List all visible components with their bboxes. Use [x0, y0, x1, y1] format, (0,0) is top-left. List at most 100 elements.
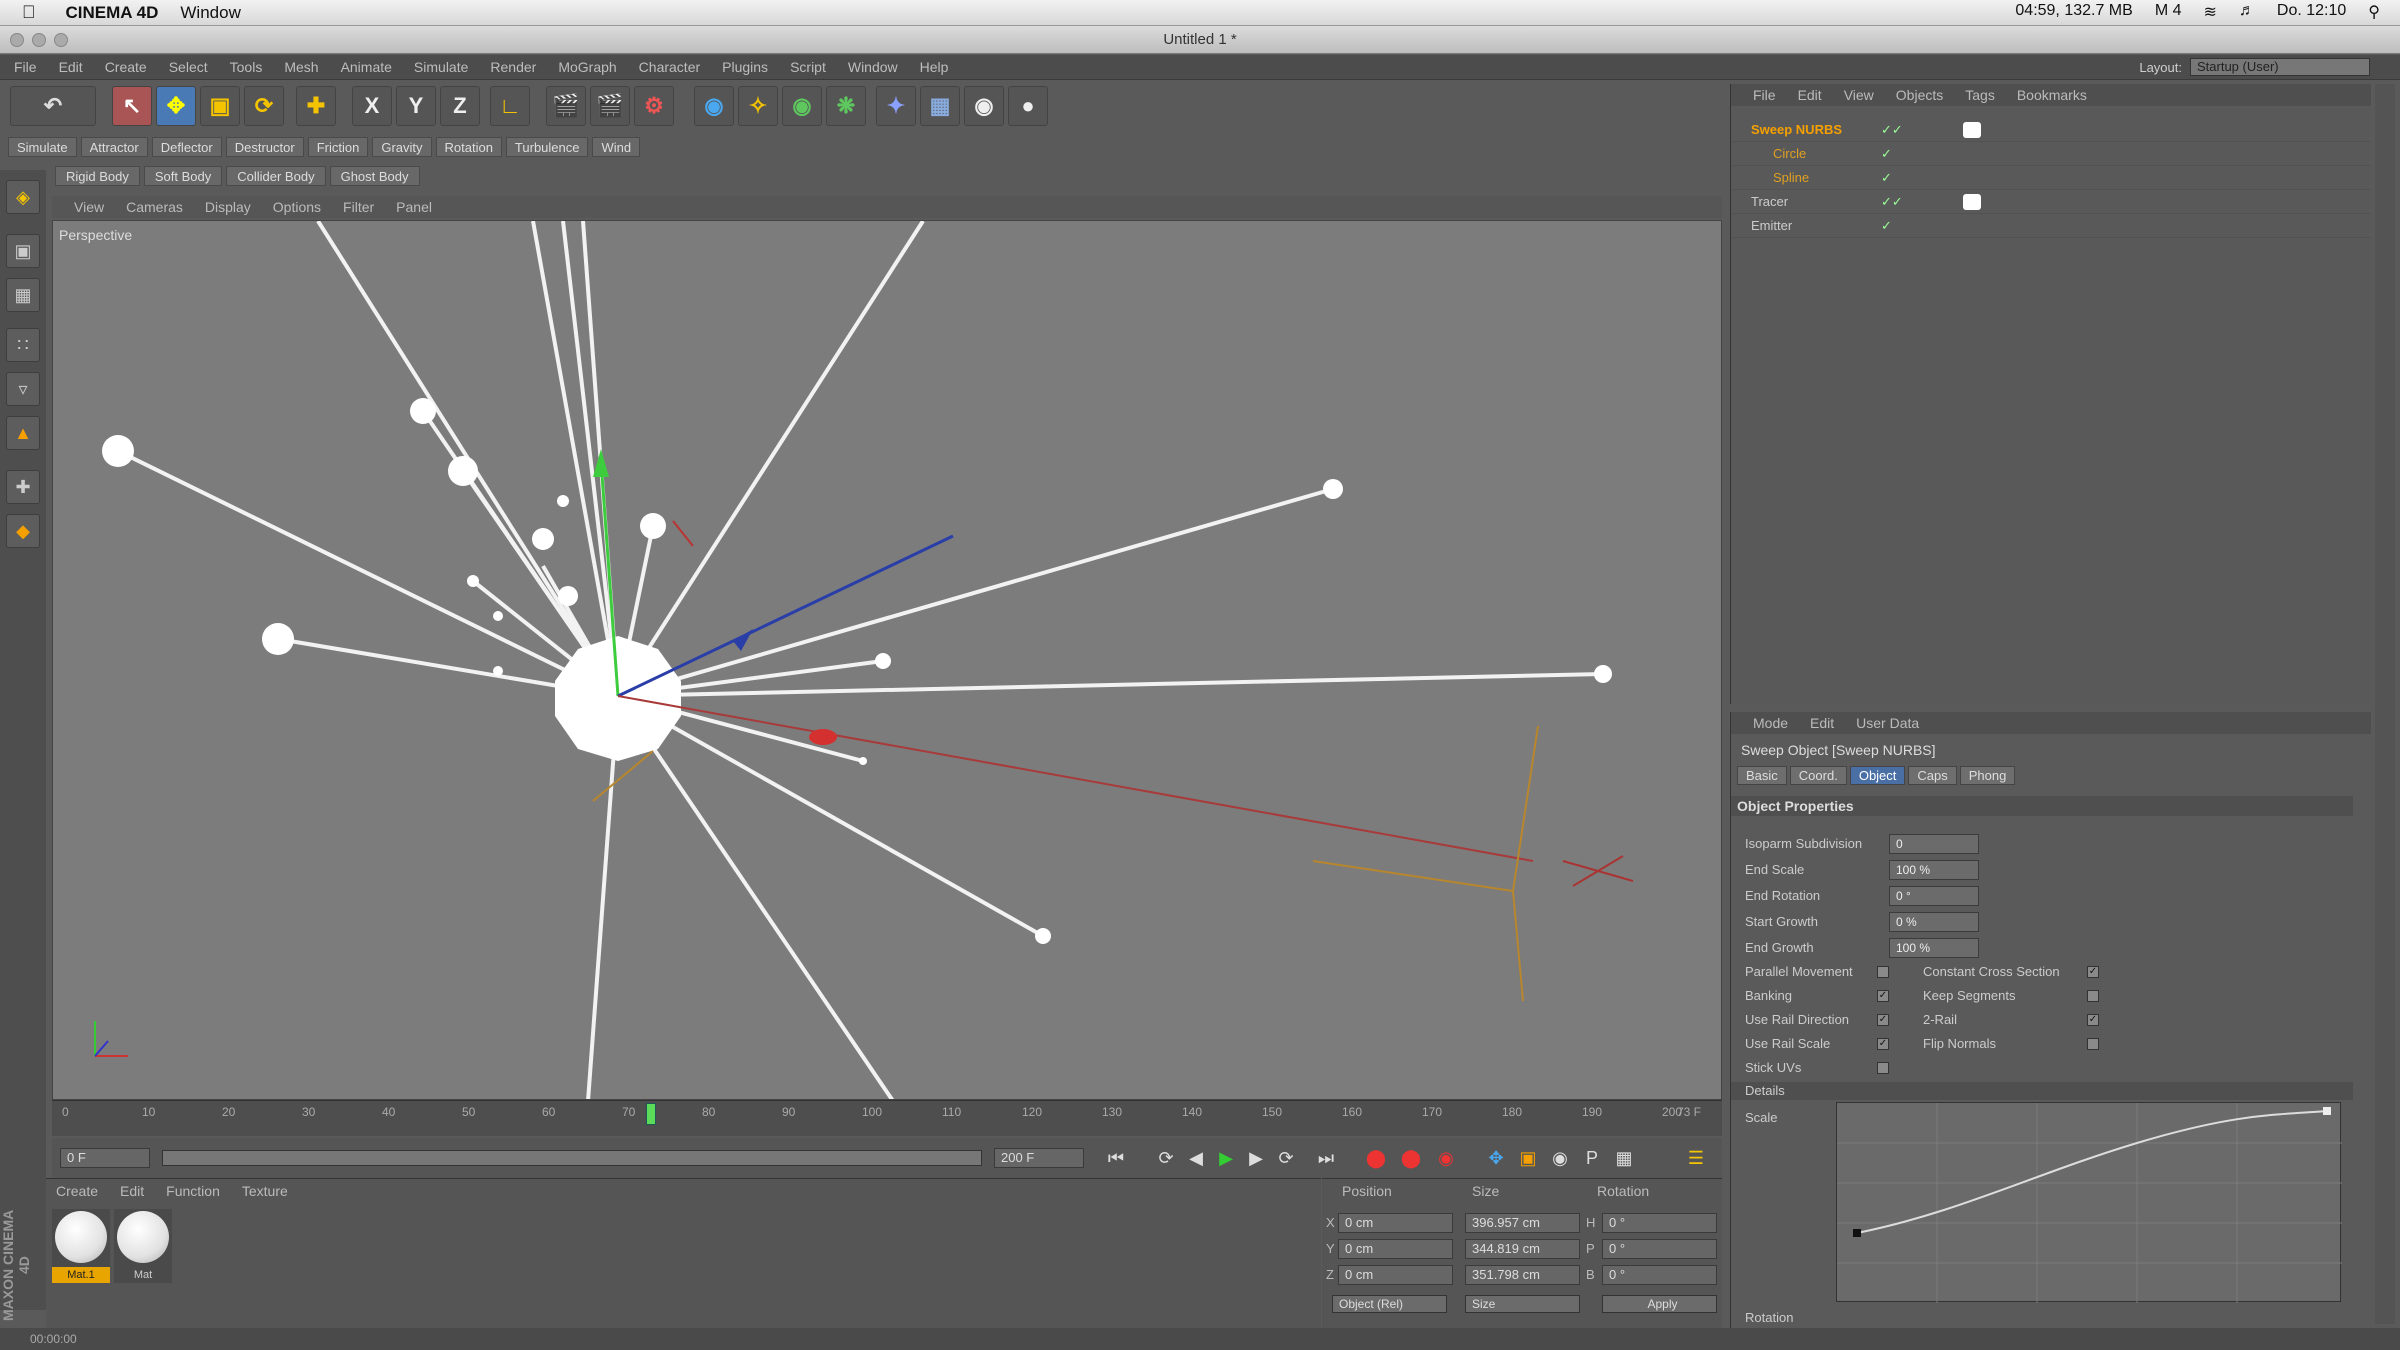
menu-script[interactable]: Script [790, 59, 826, 75]
use-rail-scale-checkbox[interactable]: ✓ [1877, 1038, 1889, 1050]
rotation-b-field[interactable]: 0 ° [1602, 1265, 1717, 1285]
viewport-menu-panel[interactable]: Panel [396, 199, 432, 215]
viewport-menu-view[interactable]: View [74, 199, 104, 215]
attractor-button[interactable]: Attractor [80, 137, 148, 157]
cloner-icon[interactable]: ❋ [826, 86, 866, 126]
pen-spline-icon[interactable]: ✧ [738, 86, 778, 126]
go-to-start-icon[interactable]: ⏮ [1102, 1144, 1130, 1172]
rotate-tool-icon[interactable]: ⟳ [244, 86, 284, 126]
clock[interactable]: Do. 12:10 [2277, 2, 2346, 22]
rotation-h-field[interactable]: 0 ° [1602, 1213, 1717, 1233]
position-track-icon[interactable]: ✥ [1482, 1144, 1510, 1172]
start-growth-field[interactable]: 0 % [1889, 912, 1979, 932]
timeline-ruler[interactable]: 0 10 20 30 40 50 60 70 80 90 100 110 120 130 140 150 160… [52, 1100, 1722, 1136]
material-menu-texture[interactable]: Texture [242, 1183, 288, 1199]
volume-icon[interactable]: ♬ [2239, 2, 2255, 22]
simulate-button[interactable]: Simulate [8, 137, 77, 157]
tab-basic[interactable]: Basic [1737, 766, 1787, 785]
object-row-emitter[interactable]: Emitter ✓ [1731, 214, 2371, 238]
size-x-field[interactable]: 396.957 cm [1465, 1213, 1580, 1233]
coordinate-system-icon[interactable]: ∟ [490, 86, 530, 126]
visibility-check-icon[interactable]: ✓ [1881, 214, 1892, 238]
points-mode-icon[interactable]: ∷ [6, 328, 40, 362]
position-y-field[interactable]: 0 cm [1338, 1239, 1453, 1259]
end-rotation-field[interactable]: 0 ° [1889, 886, 1979, 906]
end-scale-field[interactable]: 100 % [1889, 860, 1979, 880]
stick-uvs-checkbox[interactable] [1877, 1062, 1889, 1074]
play-icon[interactable]: ▶ [1212, 1144, 1240, 1172]
object-menu-view[interactable]: View [1844, 87, 1874, 103]
render-view-icon[interactable]: 🎬 [546, 86, 586, 126]
rotation-track-icon[interactable]: ◉ [1546, 1144, 1574, 1172]
layout-dropdown[interactable]: Startup (User) [2190, 58, 2370, 76]
menu-select[interactable]: Select [169, 59, 208, 75]
visibility-check-icon[interactable]: ✓✓ [1881, 190, 1903, 214]
menu-create[interactable]: Create [105, 59, 147, 75]
object-menu-bookmarks[interactable]: Bookmarks [2017, 87, 2087, 103]
go-to-end-icon[interactable]: ⏭ [1312, 1144, 1340, 1172]
parameter-track-icon[interactable]: P [1578, 1144, 1606, 1172]
object-row-spline[interactable]: Spline ✓ [1731, 166, 2371, 190]
make-editable-icon[interactable]: ◈ [6, 180, 40, 214]
deformer-icon[interactable]: ✦ [876, 86, 916, 126]
zoom-window-button[interactable] [54, 33, 68, 47]
spotlight-icon[interactable]: ⚲ [2368, 2, 2380, 22]
nurbs-icon[interactable]: ◉ [782, 86, 822, 126]
deflector-button[interactable]: Deflector [151, 137, 222, 157]
viewport-menu-options[interactable]: Options [273, 199, 321, 215]
live-selection-icon[interactable]: ↖ [112, 86, 152, 126]
attr-menu-user-data[interactable]: User Data [1856, 715, 1919, 731]
apply-button[interactable]: Apply [1602, 1295, 1717, 1313]
size-z-field[interactable]: 351.798 cm [1465, 1265, 1580, 1285]
preview-range-slider[interactable] [162, 1150, 982, 1166]
step-back-icon[interactable]: ◀ [1182, 1144, 1210, 1172]
parallel-movement-checkbox[interactable] [1877, 966, 1889, 978]
axis-x-button[interactable]: X [352, 86, 392, 126]
size-y-field[interactable]: 344.819 cm [1465, 1239, 1580, 1259]
two-rail-checkbox[interactable]: ✓ [2087, 1014, 2099, 1026]
menu-tools[interactable]: Tools [230, 59, 263, 75]
visibility-check-icon[interactable]: ✓ [1881, 166, 1892, 190]
material-swatch[interactable]: Mat.1 [52, 1209, 110, 1283]
visibility-check-icon[interactable]: ✓ [1881, 142, 1892, 166]
floor-icon[interactable]: ▦ [920, 86, 960, 126]
object-row-sweep-nurbs[interactable]: Sweep NURBS ✓✓ [1731, 118, 2371, 142]
perspective-viewport[interactable]: Perspective [52, 220, 1722, 1100]
scale-track-icon[interactable]: ▣ [1514, 1144, 1542, 1172]
axis-z-button[interactable]: Z [440, 86, 480, 126]
wifi-icon[interactable]: ≋ [2203, 2, 2216, 22]
record-keys-icon[interactable]: ⬤ [1362, 1144, 1390, 1172]
keep-segments-checkbox[interactable] [2087, 990, 2099, 1002]
step-forward-icon[interactable]: ▶ [1242, 1144, 1270, 1172]
pla-track-icon[interactable]: ▦ [1610, 1144, 1638, 1172]
position-x-field[interactable]: 0 cm [1338, 1213, 1453, 1233]
size-mode-dropdown[interactable]: Size [1465, 1295, 1580, 1313]
tab-object[interactable]: Object [1849, 766, 1906, 785]
attr-menu-mode[interactable]: Mode [1753, 715, 1788, 731]
object-menu-objects[interactable]: Objects [1896, 87, 1943, 103]
menu-mograph[interactable]: MoGraph [558, 59, 616, 75]
apple-icon[interactable]:  [22, 2, 36, 23]
object-menu-tags[interactable]: Tags [1965, 87, 1995, 103]
object-menu-edit[interactable]: Edit [1798, 87, 1822, 103]
window-menu[interactable]: Window [180, 3, 240, 23]
undo-button[interactable]: ↶ [10, 86, 96, 126]
ghost-body-button[interactable]: Ghost Body [329, 166, 420, 186]
material-menu-create[interactable]: Create [56, 1183, 98, 1199]
scale-spline-graph[interactable] [1836, 1102, 2342, 1303]
snap-icon[interactable]: ◆ [6, 514, 40, 548]
end-frame-field[interactable]: 200 F [994, 1148, 1084, 1168]
use-rail-direction-checkbox[interactable]: ✓ [1877, 1014, 1889, 1026]
object-menu-file[interactable]: File [1753, 87, 1776, 103]
turbulence-button[interactable]: Turbulence [505, 137, 589, 157]
loop-forward-icon[interactable]: ⟳ [1272, 1144, 1300, 1172]
move-tool-icon[interactable]: ✥ [156, 86, 196, 126]
constant-cross-section-checkbox[interactable]: ✓ [2087, 966, 2099, 978]
material-tag-icon[interactable] [1963, 122, 1981, 138]
playhead-marker[interactable] [646, 1103, 656, 1125]
start-frame-field[interactable]: 0 F [60, 1148, 150, 1168]
minimize-window-button[interactable] [32, 33, 46, 47]
object-row-tracer[interactable]: Tracer ✓✓ [1731, 190, 2371, 214]
close-window-button[interactable] [10, 33, 24, 47]
menu-help[interactable]: Help [920, 59, 949, 75]
